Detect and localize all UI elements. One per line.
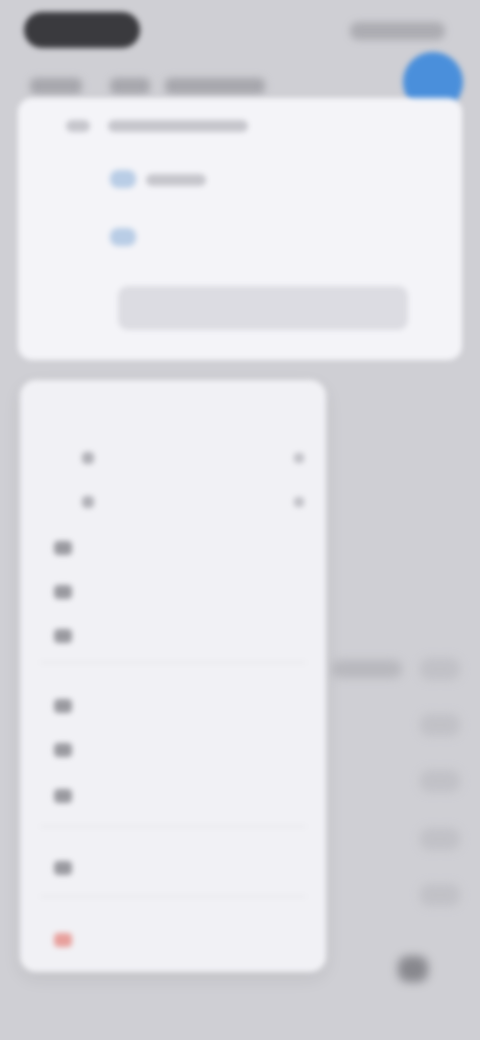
info-icon [54,861,72,875]
move-icon [54,789,72,803]
trash-icon [54,933,72,947]
menu-item[interactable] [20,776,326,816]
menu-item[interactable] [20,438,326,478]
back-icon [30,78,82,94]
background-app-title [165,78,265,94]
status-indicators [350,22,445,40]
menu-item[interactable] [20,528,326,568]
card-dot [110,228,136,246]
copy-icon [54,743,72,757]
menu-item[interactable] [20,616,326,656]
folder-icon [54,541,72,555]
menu-item[interactable] [20,392,326,432]
card-title [108,120,248,132]
card-dot [110,170,136,188]
menu-item[interactable] [20,572,326,612]
background-row [420,828,460,850]
background-app-header [30,72,270,100]
header-segment [110,78,150,94]
background-content-card [18,98,462,360]
menu-divider [40,896,306,897]
share-icon [54,699,72,713]
background-row [420,770,460,792]
menu-item-delete[interactable] [20,920,326,960]
star-icon [54,629,72,643]
background-row [420,884,460,906]
background-label [332,660,402,678]
chevron-right-icon [294,453,304,463]
chevron-right-icon [294,497,304,507]
card-icon [66,120,90,132]
card-text [146,174,206,186]
menu-item[interactable] [20,482,326,522]
menu-item[interactable] [20,848,326,888]
menu-divider [40,826,306,827]
background-row [420,658,460,680]
background-row [420,714,460,736]
menu-item[interactable] [20,730,326,770]
dynamic-island [24,12,140,48]
context-menu [20,380,326,972]
subitem-icon [82,452,94,464]
subitem-icon [82,496,94,508]
menu-item[interactable] [20,686,326,726]
card-bar [118,286,408,330]
tag-icon [54,585,72,599]
menu-divider [40,662,306,663]
background-button [398,956,428,982]
